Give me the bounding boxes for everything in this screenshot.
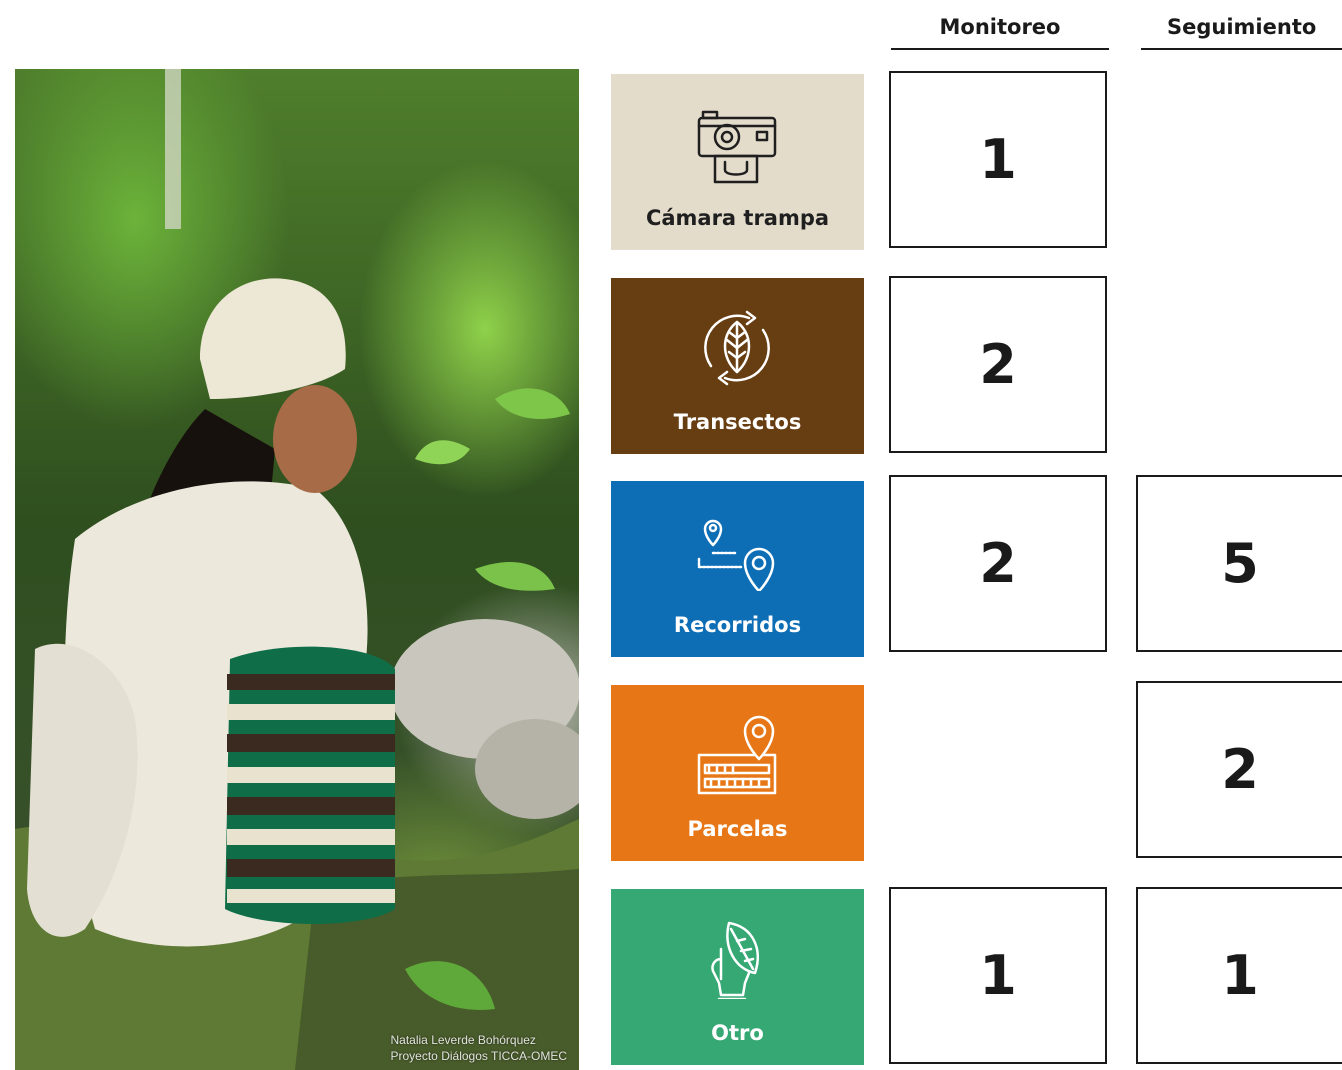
category-parcelas: Parcelas bbox=[611, 685, 864, 861]
photo-illustration bbox=[15, 69, 579, 1070]
category-camara-trampa: Cámara trampa bbox=[611, 74, 864, 250]
hand-leaf-icon bbox=[711, 921, 759, 999]
seguimiento-value-recorridos: 5 bbox=[1136, 475, 1342, 652]
monitoreo-value-transectos: 2 bbox=[889, 276, 1107, 453]
monitoreo-value-recorridos: 2 bbox=[889, 475, 1107, 652]
trap-camera-icon bbox=[697, 110, 777, 184]
leaf-cycle-icon bbox=[704, 310, 770, 386]
photo-credit-name: Natalia Leverde Bohórquez bbox=[390, 1033, 536, 1047]
category-recorridos: Recorridos bbox=[611, 481, 864, 657]
seguimiento-value-parcelas: 2 bbox=[1136, 681, 1342, 858]
monitoreo-value-otro: 1 bbox=[889, 887, 1107, 1064]
photo-credit-project: Proyecto Diálogos TICCA-OMEC bbox=[390, 1049, 568, 1063]
category-label: Otro bbox=[711, 1021, 764, 1045]
category-otro: Otro bbox=[611, 889, 864, 1065]
category-label: Cámara trampa bbox=[645, 206, 830, 230]
category-label: Recorridos bbox=[673, 613, 802, 637]
column-header-monitoreo: Monitoreo bbox=[891, 10, 1109, 50]
indigenous-man-forest-photo: Natalia Leverde Bohórquez Proyecto Diálo… bbox=[15, 69, 579, 1070]
seguimiento-value-otro: 1 bbox=[1136, 887, 1342, 1064]
category-label: Parcelas bbox=[687, 817, 788, 841]
route-pins-icon bbox=[697, 519, 775, 591]
photo-credit: Natalia Leverde Bohórquez Proyecto Diálo… bbox=[391, 1032, 568, 1064]
plot-pin-icon bbox=[697, 715, 777, 795]
column-header-seguimiento: Seguimiento bbox=[1141, 10, 1342, 50]
monitoreo-value-camara-trampa: 1 bbox=[889, 71, 1107, 248]
category-transectos: Transectos bbox=[611, 278, 864, 454]
category-label: Transectos bbox=[673, 410, 802, 434]
